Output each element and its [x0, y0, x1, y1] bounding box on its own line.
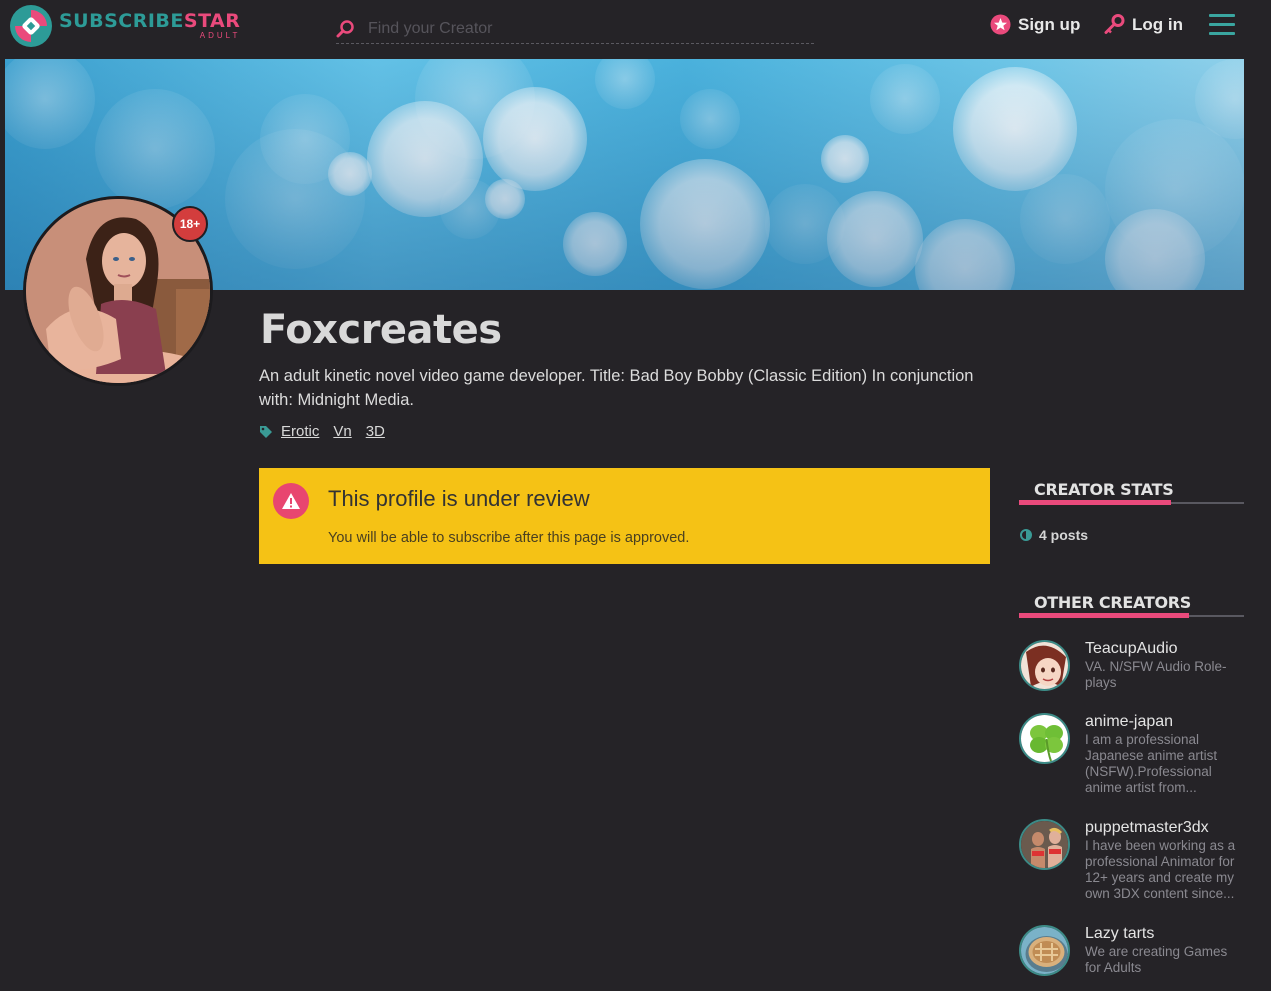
- heading-underline: [1019, 500, 1171, 505]
- logo-text-star: STAR: [183, 10, 241, 32]
- review-notice: This profile is under review You will be…: [259, 468, 990, 564]
- heading-underline: [1019, 613, 1189, 618]
- creator-stats-title: CREATOR STATS: [1034, 480, 1174, 499]
- creator-name[interactable]: anime-japan: [1085, 713, 1173, 731]
- tag-link[interactable]: Vn: [333, 423, 351, 440]
- search-input[interactable]: [368, 19, 788, 38]
- signup-label: Sign up: [1018, 14, 1081, 34]
- creator-avatar[interactable]: [1019, 640, 1070, 691]
- creator-stats-heading: CREATOR STATS: [1019, 474, 1244, 505]
- login-button[interactable]: Log in: [1104, 14, 1183, 35]
- other-creators-heading: OTHER CREATORS: [1019, 587, 1244, 618]
- adult-badge: 18+: [172, 206, 208, 242]
- creator-description: VA. N/SFW Audio Role-plays: [1085, 659, 1227, 690]
- tag-link[interactable]: Erotic: [281, 423, 319, 440]
- star-badge-icon: [990, 14, 1011, 35]
- signup-button[interactable]: Sign up: [990, 14, 1080, 35]
- search-bar: [336, 14, 814, 44]
- top-navigation-bar: SUBSCRIBESTAR ADULT Sign up Log in: [0, 0, 1271, 54]
- profile-description: An adult kinetic novel video game develo…: [259, 367, 974, 409]
- logo-text-subscribe: SUBSCRIBE: [59, 10, 184, 32]
- review-title: This profile is under review: [328, 486, 590, 511]
- subscribestar-logo[interactable]: SUBSCRIBESTAR ADULT: [9, 4, 240, 48]
- logo-icon: [10, 5, 52, 47]
- key-icon: [1104, 14, 1125, 34]
- creator-description: I am a professional Japanese anime artis…: [1085, 732, 1218, 795]
- creator-avatar[interactable]: [1019, 713, 1070, 764]
- creator-name[interactable]: TeacupAudio: [1085, 640, 1178, 658]
- logo-wordmark: SUBSCRIBESTAR ADULT: [59, 12, 240, 40]
- search-icon[interactable]: [336, 19, 356, 39]
- posts-count: 4 posts: [1020, 527, 1088, 543]
- posts-icon: [1020, 529, 1032, 541]
- creator-avatar[interactable]: [1019, 819, 1070, 870]
- review-subtitle: You will be able to subscribe after this…: [328, 530, 690, 546]
- warning-icon: [273, 483, 309, 519]
- creator-avatar[interactable]: [1019, 925, 1070, 976]
- other-creators-title: OTHER CREATORS: [1034, 593, 1192, 612]
- creator-description: We are creating Games for Adults: [1085, 944, 1228, 975]
- login-label: Log in: [1132, 14, 1183, 34]
- profile-tags: Erotic Vn 3D: [259, 423, 399, 440]
- creator-description: I have been working as a professional An…: [1085, 838, 1236, 901]
- creator-name[interactable]: puppetmaster3dx: [1085, 819, 1209, 837]
- profile-name: Foxcreates: [260, 307, 502, 353]
- logo-text-adult: ADULT: [199, 31, 241, 40]
- tag-link[interactable]: 3D: [366, 423, 385, 440]
- hamburger-menu-icon[interactable]: [1209, 14, 1235, 36]
- creator-name[interactable]: Lazy tarts: [1085, 925, 1154, 943]
- tag-icon: [260, 425, 272, 438]
- posts-count-label: 4 posts: [1039, 527, 1089, 543]
